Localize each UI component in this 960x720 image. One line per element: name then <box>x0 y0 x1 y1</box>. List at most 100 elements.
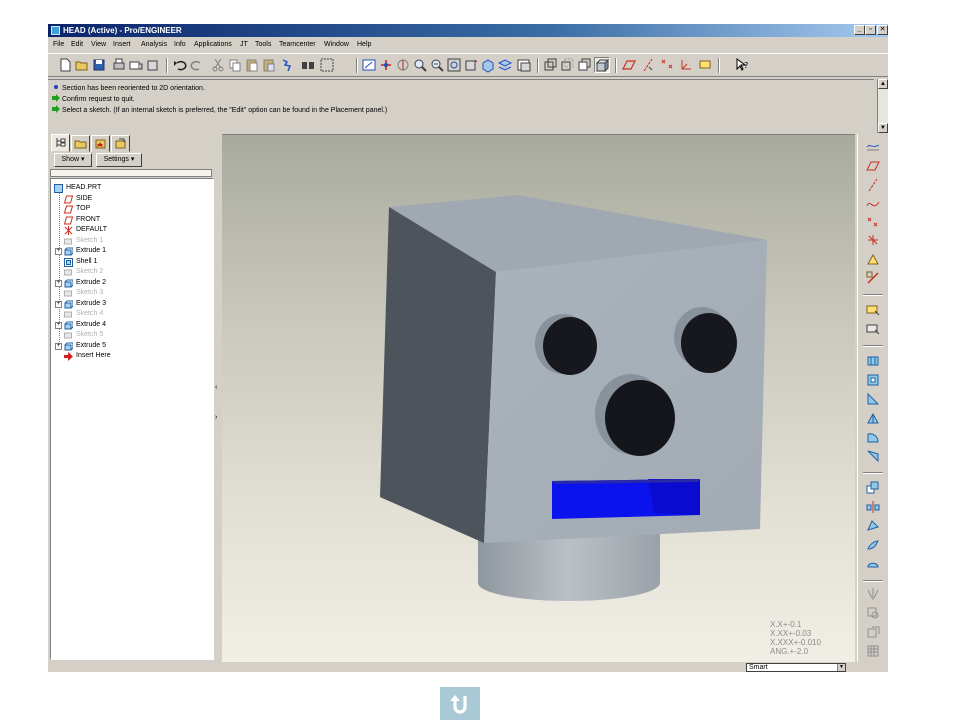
copy-tool-icon[interactable] <box>865 480 881 496</box>
pattern-grid-icon[interactable] <box>865 643 881 659</box>
extrude-tool-icon[interactable] <box>865 353 881 369</box>
tree-item[interactable]: + Extrude 1 <box>51 246 211 256</box>
expand-toggle-icon[interactable]: + <box>55 248 62 255</box>
trim-tool-icon[interactable] <box>865 537 881 553</box>
view-manager-icon[interactable] <box>516 57 532 73</box>
scroll-up-icon[interactable]: ▲ <box>878 79 888 89</box>
reorient-icon[interactable] <box>463 57 479 73</box>
annotations-icon[interactable] <box>697 57 713 73</box>
expand-toggle-icon[interactable]: + <box>55 279 62 287</box>
hole-tool-icon[interactable] <box>865 391 881 407</box>
menu-applications[interactable]: Applications <box>194 40 232 50</box>
shell-tool-icon[interactable] <box>865 410 881 426</box>
tree-item[interactable]: DEFAULT <box>51 225 211 235</box>
revolve-tool-icon[interactable] <box>865 372 881 388</box>
orient-icon[interactable] <box>395 57 411 73</box>
menu-info[interactable]: Info <box>174 40 186 50</box>
restore-button[interactable]: ▫ <box>865 25 876 35</box>
tab-favorites[interactable] <box>91 135 110 152</box>
merge-tool-icon[interactable] <box>865 518 881 534</box>
menu-insert[interactable]: Insert <box>113 40 131 50</box>
expand-right-icon[interactable]: › <box>215 414 217 421</box>
tree-item[interactable]: HEAD.PRT <box>51 183 211 193</box>
collapse-left-icon[interactable]: ‹ <box>215 384 217 391</box>
tree-item[interactable]: + Extrude 5 <box>51 341 211 351</box>
wireframe-icon[interactable] <box>543 57 559 73</box>
message-scrollbar[interactable]: ▲ ▼ <box>877 79 888 133</box>
mirror-geometry-icon[interactable] <box>865 586 881 602</box>
find-icon[interactable] <box>300 57 316 73</box>
tree-item[interactable]: + Extrude 4 <box>51 320 211 330</box>
tree-item[interactable]: + Extrude 2 <box>51 278 211 288</box>
tree-item[interactable]: FRONT <box>51 215 211 225</box>
head-part-model[interactable] <box>222 135 855 662</box>
tab-model-tree[interactable] <box>51 134 70 152</box>
datum-axes-icon[interactable] <box>640 57 656 73</box>
settings-menu-button[interactable]: Settings ▾ <box>96 153 142 167</box>
minimize-button[interactable]: _ <box>854 25 865 35</box>
redo-icon[interactable] <box>189 57 205 73</box>
datum-axis-tool-icon[interactable] <box>865 158 881 174</box>
neck-cylinder[interactable] <box>478 533 660 601</box>
pattern-tool-icon[interactable] <box>865 556 881 572</box>
trim-geometry-icon[interactable] <box>865 624 881 640</box>
tab-folder-browser[interactable] <box>71 135 90 152</box>
menu-edit[interactable]: Edit <box>71 40 83 50</box>
zoom-in-icon[interactable] <box>412 57 428 73</box>
undo-icon[interactable] <box>172 57 188 73</box>
sketch-curve-tool-icon[interactable] <box>865 270 881 286</box>
sketched-curve-icon[interactable] <box>865 195 881 211</box>
menu-view[interactable]: View <box>91 40 106 50</box>
expand-toggle-icon[interactable]: + <box>55 342 62 350</box>
expand-toggle-icon[interactable]: + <box>55 321 62 329</box>
chevron-down-icon[interactable]: ▼ <box>837 664 845 671</box>
tree-item[interactable]: Sketch 4 <box>51 309 211 319</box>
menu-teamcenter[interactable]: Teamcenter <box>279 40 316 50</box>
whats-this-icon[interactable]: ? <box>734 57 750 73</box>
paste-icon[interactable] <box>244 57 260 73</box>
tree-item[interactable]: Insert Here <box>51 351 211 361</box>
sketch-edit-icon[interactable] <box>865 321 881 337</box>
repaint-icon[interactable] <box>361 57 377 73</box>
print-icon[interactable] <box>111 57 127 73</box>
datum-curve-tool-icon[interactable] <box>865 177 881 193</box>
rib-tool-icon[interactable] <box>865 429 881 445</box>
sketch-tool-icon[interactable] <box>865 302 881 318</box>
selection-filter-dropdown[interactable]: Smart ▼ <box>746 663 846 672</box>
open-folder-icon[interactable] <box>74 57 90 73</box>
save-icon[interactable] <box>91 57 107 73</box>
copy-icon[interactable] <box>227 57 243 73</box>
saved-views-icon[interactable] <box>480 57 496 73</box>
shading-icon[interactable] <box>594 57 610 73</box>
tree-item[interactable]: Sketch 3 <box>51 288 211 298</box>
analysis-feature-icon[interactable] <box>865 251 881 267</box>
close-button[interactable]: ✕ <box>877 25 888 35</box>
tree-item[interactable]: TOP <box>51 204 211 214</box>
menu-tools[interactable]: Tools <box>255 40 271 50</box>
tree-item[interactable]: Sketch 5 <box>51 330 211 340</box>
menu-file[interactable]: File <box>53 40 64 50</box>
datum-planes-icon[interactable] <box>621 57 637 73</box>
merge-geometry-icon[interactable] <box>865 605 881 621</box>
selection-box-icon[interactable] <box>319 57 335 73</box>
coordinate-system-tool-icon[interactable] <box>865 232 881 248</box>
menu-analysis[interactable]: Analysis <box>141 40 167 50</box>
menu-help[interactable]: Help <box>357 40 371 50</box>
mirror-tool-icon[interactable] <box>865 499 881 515</box>
regenerate-icon[interactable] <box>280 57 296 73</box>
spin-center-icon[interactable] <box>378 57 394 73</box>
tree-item[interactable]: Shell 1 <box>51 257 211 267</box>
paste-special-icon[interactable] <box>145 57 161 73</box>
return-button[interactable] <box>440 687 480 720</box>
tree-item[interactable]: Sketch 1 <box>51 236 211 246</box>
zoom-out-icon[interactable] <box>429 57 445 73</box>
datum-point-tool-icon[interactable] <box>865 214 881 230</box>
email-icon[interactable] <box>128 57 144 73</box>
panel-sash[interactable]: ‹ › <box>214 134 222 660</box>
show-menu-button[interactable]: Show ▾ <box>54 153 92 167</box>
paste-special-icon[interactable] <box>261 57 277 73</box>
coordinate-systems-icon[interactable] <box>678 57 694 73</box>
refit-icon[interactable] <box>446 57 462 73</box>
graphics-window[interactable]: X.X+-0.1 X.XX+-0.03 X.XXX+-0.010 ANG.+-2… <box>222 134 855 662</box>
datum-points-icon[interactable] <box>659 57 675 73</box>
